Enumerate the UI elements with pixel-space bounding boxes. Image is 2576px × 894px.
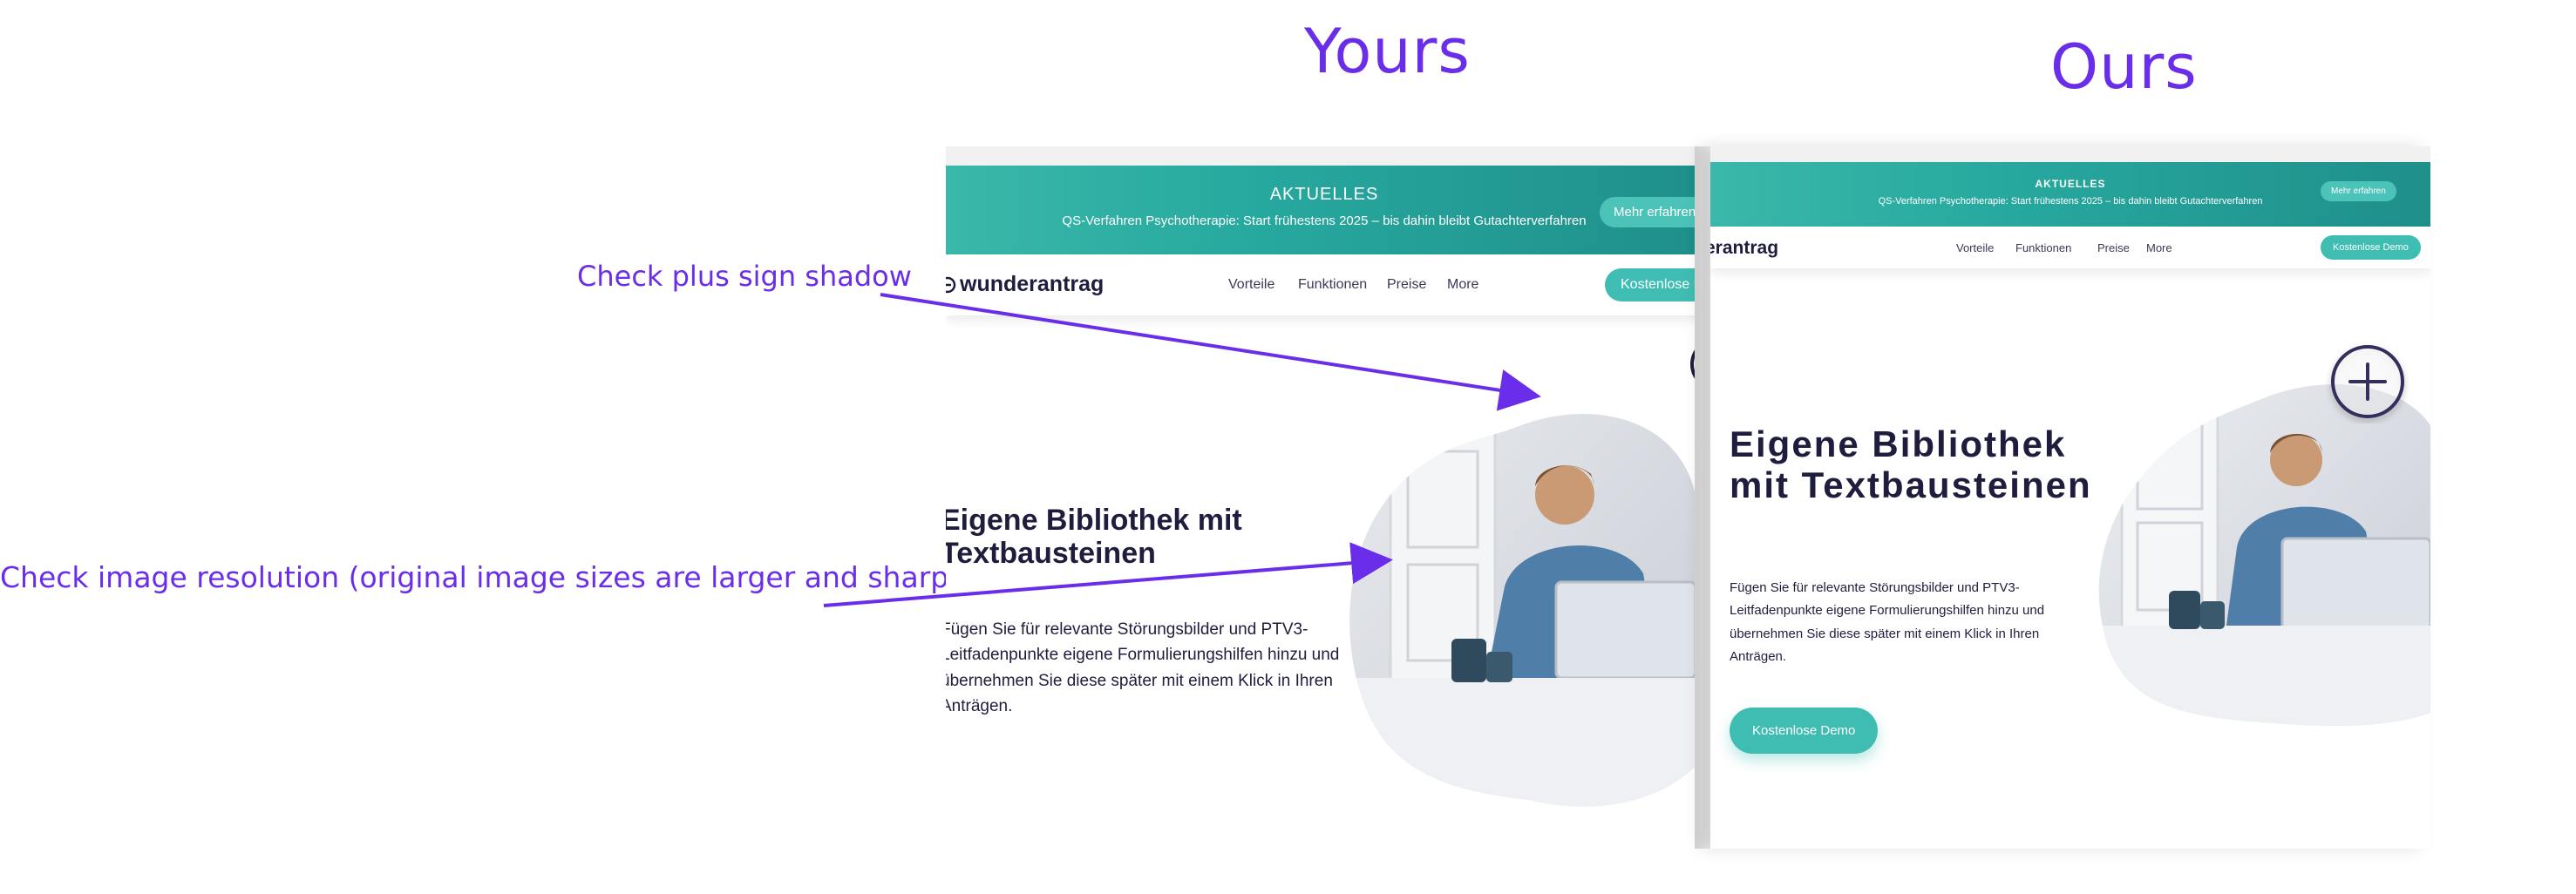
hero-image — [2098, 384, 2430, 726]
banner-title: AKTUELLES — [1269, 185, 1379, 204]
hero-demo-button[interactable]: Kostenlose Demo — [1730, 708, 1879, 754]
nav-item-more[interactable]: More — [1447, 277, 1478, 293]
nav-item-preise[interactable]: Preise — [1387, 277, 1426, 293]
banner-more-button[interactable]: Mehr erfahren — [1600, 197, 1703, 227]
nav-demo-button[interactable]: Kostenlose D — [1605, 268, 1703, 301]
heading-ours: Ours — [2050, 31, 2198, 103]
logo-text: wunderantrag — [960, 272, 1104, 296]
panel-ours: AKTUELLES QS-Verfahren Psychotherapie: S… — [1710, 146, 2430, 849]
hero-image — [1349, 413, 1703, 807]
browser-top-bar — [946, 146, 1703, 166]
news-banner: AKTUELLES QS-Verfahren Psychotherapie: S… — [1710, 162, 2430, 227]
logo[interactable]: wunderantrag — [946, 272, 1104, 297]
plus-icon — [2331, 345, 2404, 418]
panel-divider — [1695, 146, 1710, 849]
nav-item-funktionen[interactable]: Funktionen — [1298, 277, 1367, 293]
hero-title: Eigene Bibliothek mit Textbausteinen — [946, 504, 1242, 571]
panel-yours: AKTUELLES QS-Verfahren Psychotherapie: S… — [946, 146, 1703, 849]
news-banner: AKTUELLES QS-Verfahren Psychotherapie: S… — [946, 166, 1703, 254]
navbar: wunderantrag Vorteile Funktionen Preise … — [946, 254, 1703, 315]
annotation-plus-shadow: Check plus sign shadow — [577, 260, 912, 293]
browser-top-bar — [1710, 146, 2430, 162]
hero-body: Fügen Sie für relevante Störungsbilder u… — [1730, 580, 2045, 664]
hero-body: Fügen Sie für relevante Störungsbilder u… — [946, 620, 1340, 716]
navbar: erantrag Vorteile Funktionen Preise More… — [1710, 227, 2430, 268]
logo[interactable]: erantrag — [1710, 238, 1778, 259]
banner-text: QS-Verfahren Psychotherapie: Start frühe… — [1062, 213, 1587, 228]
nav-item-preise[interactable]: Preise — [2097, 241, 2130, 254]
nav-item-funktionen[interactable]: Funktionen — [2015, 241, 2071, 254]
nav-demo-button[interactable]: Kostenlose Demo — [2321, 235, 2421, 260]
annotation-image-resolution: Check image resolution (original image s… — [0, 560, 989, 594]
logo-icon — [946, 276, 956, 294]
banner-more-button[interactable]: Mehr erfahren — [2321, 181, 2396, 201]
nav-item-more[interactable]: More — [2146, 241, 2172, 254]
hero-title: Eigene Bibliothek mit Textbausteinen — [1730, 423, 2092, 506]
heading-yours: Yours — [1304, 16, 1471, 87]
nav-item-vorteile[interactable]: Vorteile — [1956, 241, 1994, 254]
nav-item-vorteile[interactable]: Vorteile — [1228, 277, 1274, 293]
